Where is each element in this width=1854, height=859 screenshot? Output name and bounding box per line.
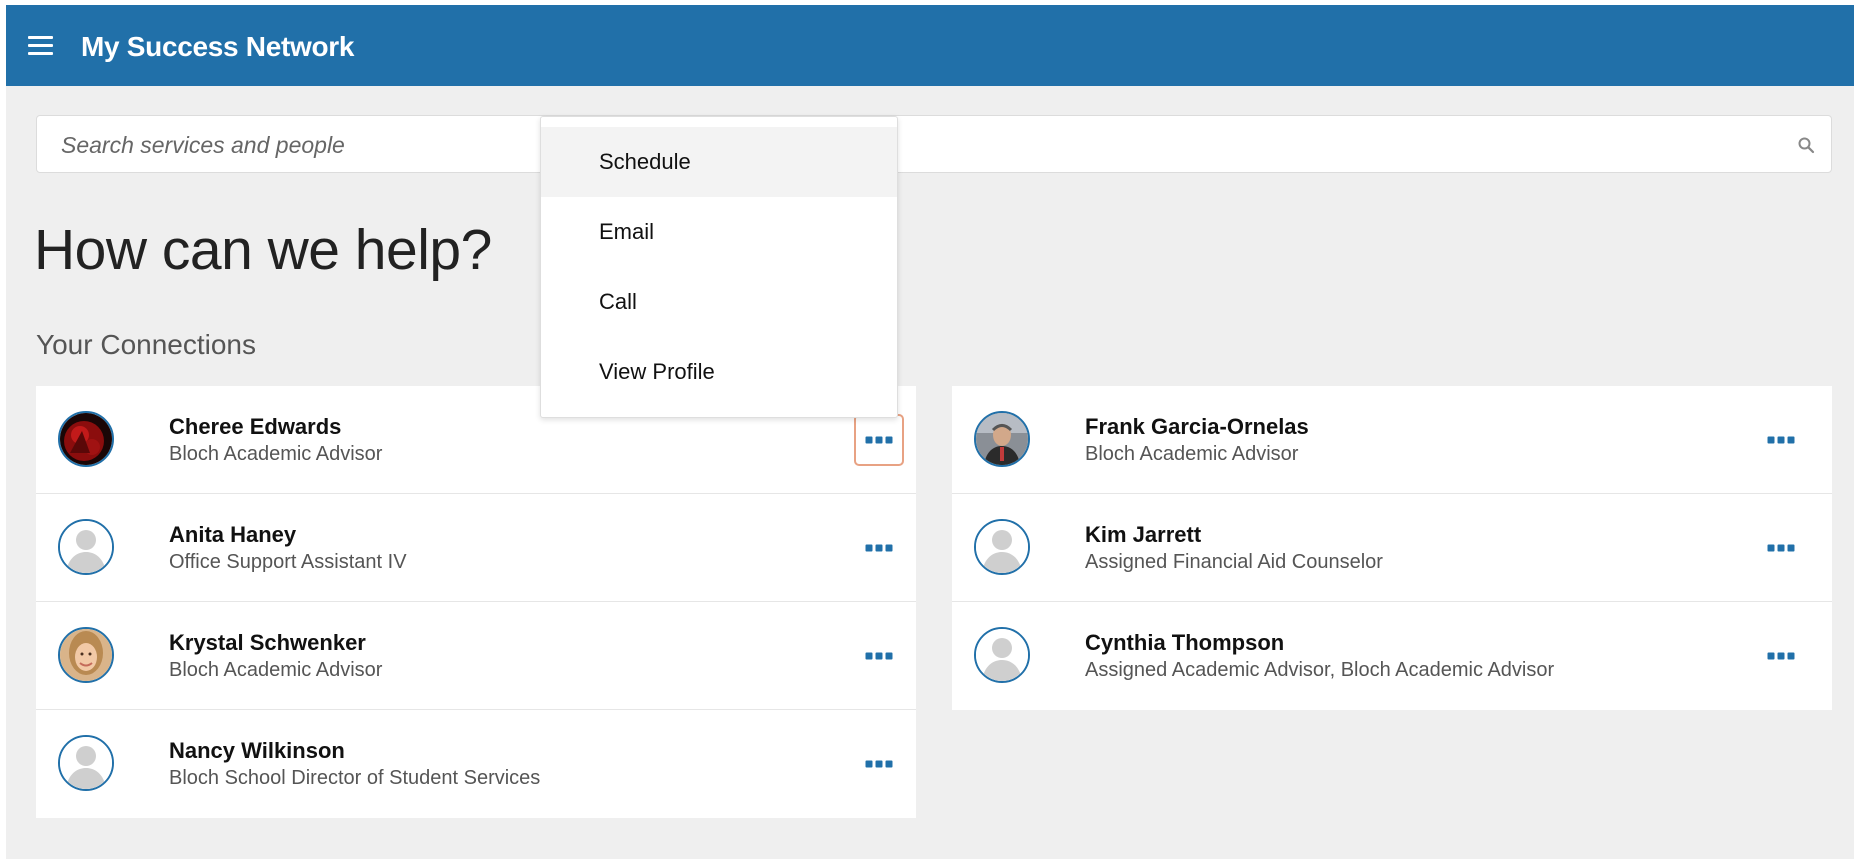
- connection-role: Bloch Academic Advisor: [169, 659, 383, 681]
- connection-role: Bloch Academic Advisor: [1085, 443, 1299, 465]
- search-input[interactable]: [59, 116, 1763, 174]
- connection-name: Frank Garcia-Ornelas: [1085, 414, 1309, 439]
- more-horizontal-icon: [865, 652, 893, 660]
- connection-name: Cynthia Thompson: [1085, 630, 1285, 655]
- more-options-button[interactable]: [854, 414, 904, 466]
- more-options-button[interactable]: [854, 630, 904, 682]
- connection-role: Assigned Academic Advisor, Bloch Academi…: [1085, 659, 1555, 681]
- avatar: [974, 411, 1030, 467]
- menu-item-label: View Profile: [599, 359, 715, 384]
- more-horizontal-icon: [1767, 652, 1795, 660]
- more-horizontal-icon: [865, 436, 893, 444]
- app-window: My Success Network How can we help? Your…: [6, 5, 1854, 859]
- more-options-button[interactable]: [1756, 414, 1806, 466]
- avatar: [58, 519, 114, 575]
- connection-card: Frank Garcia-Ornelas Bloch Academic Advi…: [952, 386, 1832, 494]
- connections-column-left: Cheree Edwards Bloch Academic Advisor An…: [36, 386, 916, 818]
- connection-name: Krystal Schwenker: [169, 630, 366, 655]
- connection-card: Anita Haney Office Support Assistant IV: [36, 494, 916, 602]
- connection-name: Nancy Wilkinson: [169, 738, 345, 763]
- search-bar: [36, 115, 1832, 174]
- top-navigation-bar: My Success Network: [6, 5, 1854, 86]
- connection-actions-menu: Schedule Email Call View Profile: [540, 116, 898, 418]
- connection-role: Bloch Academic Advisor: [169, 443, 383, 465]
- connection-card: Krystal Schwenker Bloch Academic Advisor: [36, 602, 916, 710]
- menu-item-call[interactable]: Call: [541, 267, 897, 337]
- more-horizontal-icon: [865, 544, 893, 552]
- more-horizontal-icon: [865, 760, 893, 768]
- connection-role: Assigned Financial Aid Counselor: [1085, 551, 1383, 573]
- connections-column-right: Frank Garcia-Ornelas Bloch Academic Advi…: [952, 386, 1832, 710]
- hamburger-icon[interactable]: [28, 36, 53, 55]
- menu-item-label: Schedule: [599, 149, 691, 174]
- more-options-button[interactable]: [854, 738, 904, 790]
- connection-card: Cynthia Thompson Assigned Academic Advis…: [952, 602, 1832, 710]
- more-options-button[interactable]: [1756, 522, 1806, 574]
- avatar: [58, 411, 114, 467]
- avatar: [974, 627, 1030, 683]
- menu-item-label: Email: [599, 219, 655, 244]
- menu-item-label: Call: [599, 289, 637, 314]
- connection-name: Anita Haney: [169, 522, 297, 547]
- connection-role: Office Support Assistant IV: [169, 551, 407, 573]
- connection-card: Kim Jarrett Assigned Financial Aid Couns…: [952, 494, 1832, 602]
- page-headline: How can we help?: [34, 218, 492, 282]
- app-title: My Success Network: [81, 31, 355, 62]
- menu-item-view-profile[interactable]: View Profile: [541, 337, 897, 407]
- connection-role: Bloch School Director of Student Service…: [169, 767, 541, 789]
- more-options-button[interactable]: [1756, 630, 1806, 682]
- connection-card: Nancy Wilkinson Bloch School Director of…: [36, 710, 916, 818]
- avatar: [974, 519, 1030, 575]
- menu-item-email[interactable]: Email: [541, 197, 897, 267]
- more-horizontal-icon: [1767, 436, 1795, 444]
- menu-item-schedule[interactable]: Schedule: [541, 127, 897, 197]
- search-icon[interactable]: [1797, 136, 1815, 154]
- connection-name: Cheree Edwards: [169, 414, 342, 439]
- avatar: [58, 627, 114, 683]
- connection-name: Kim Jarrett: [1085, 522, 1202, 547]
- avatar: [58, 735, 114, 791]
- more-options-button[interactable]: [854, 522, 904, 574]
- more-horizontal-icon: [1767, 544, 1795, 552]
- section-title: Your Connections: [36, 329, 257, 360]
